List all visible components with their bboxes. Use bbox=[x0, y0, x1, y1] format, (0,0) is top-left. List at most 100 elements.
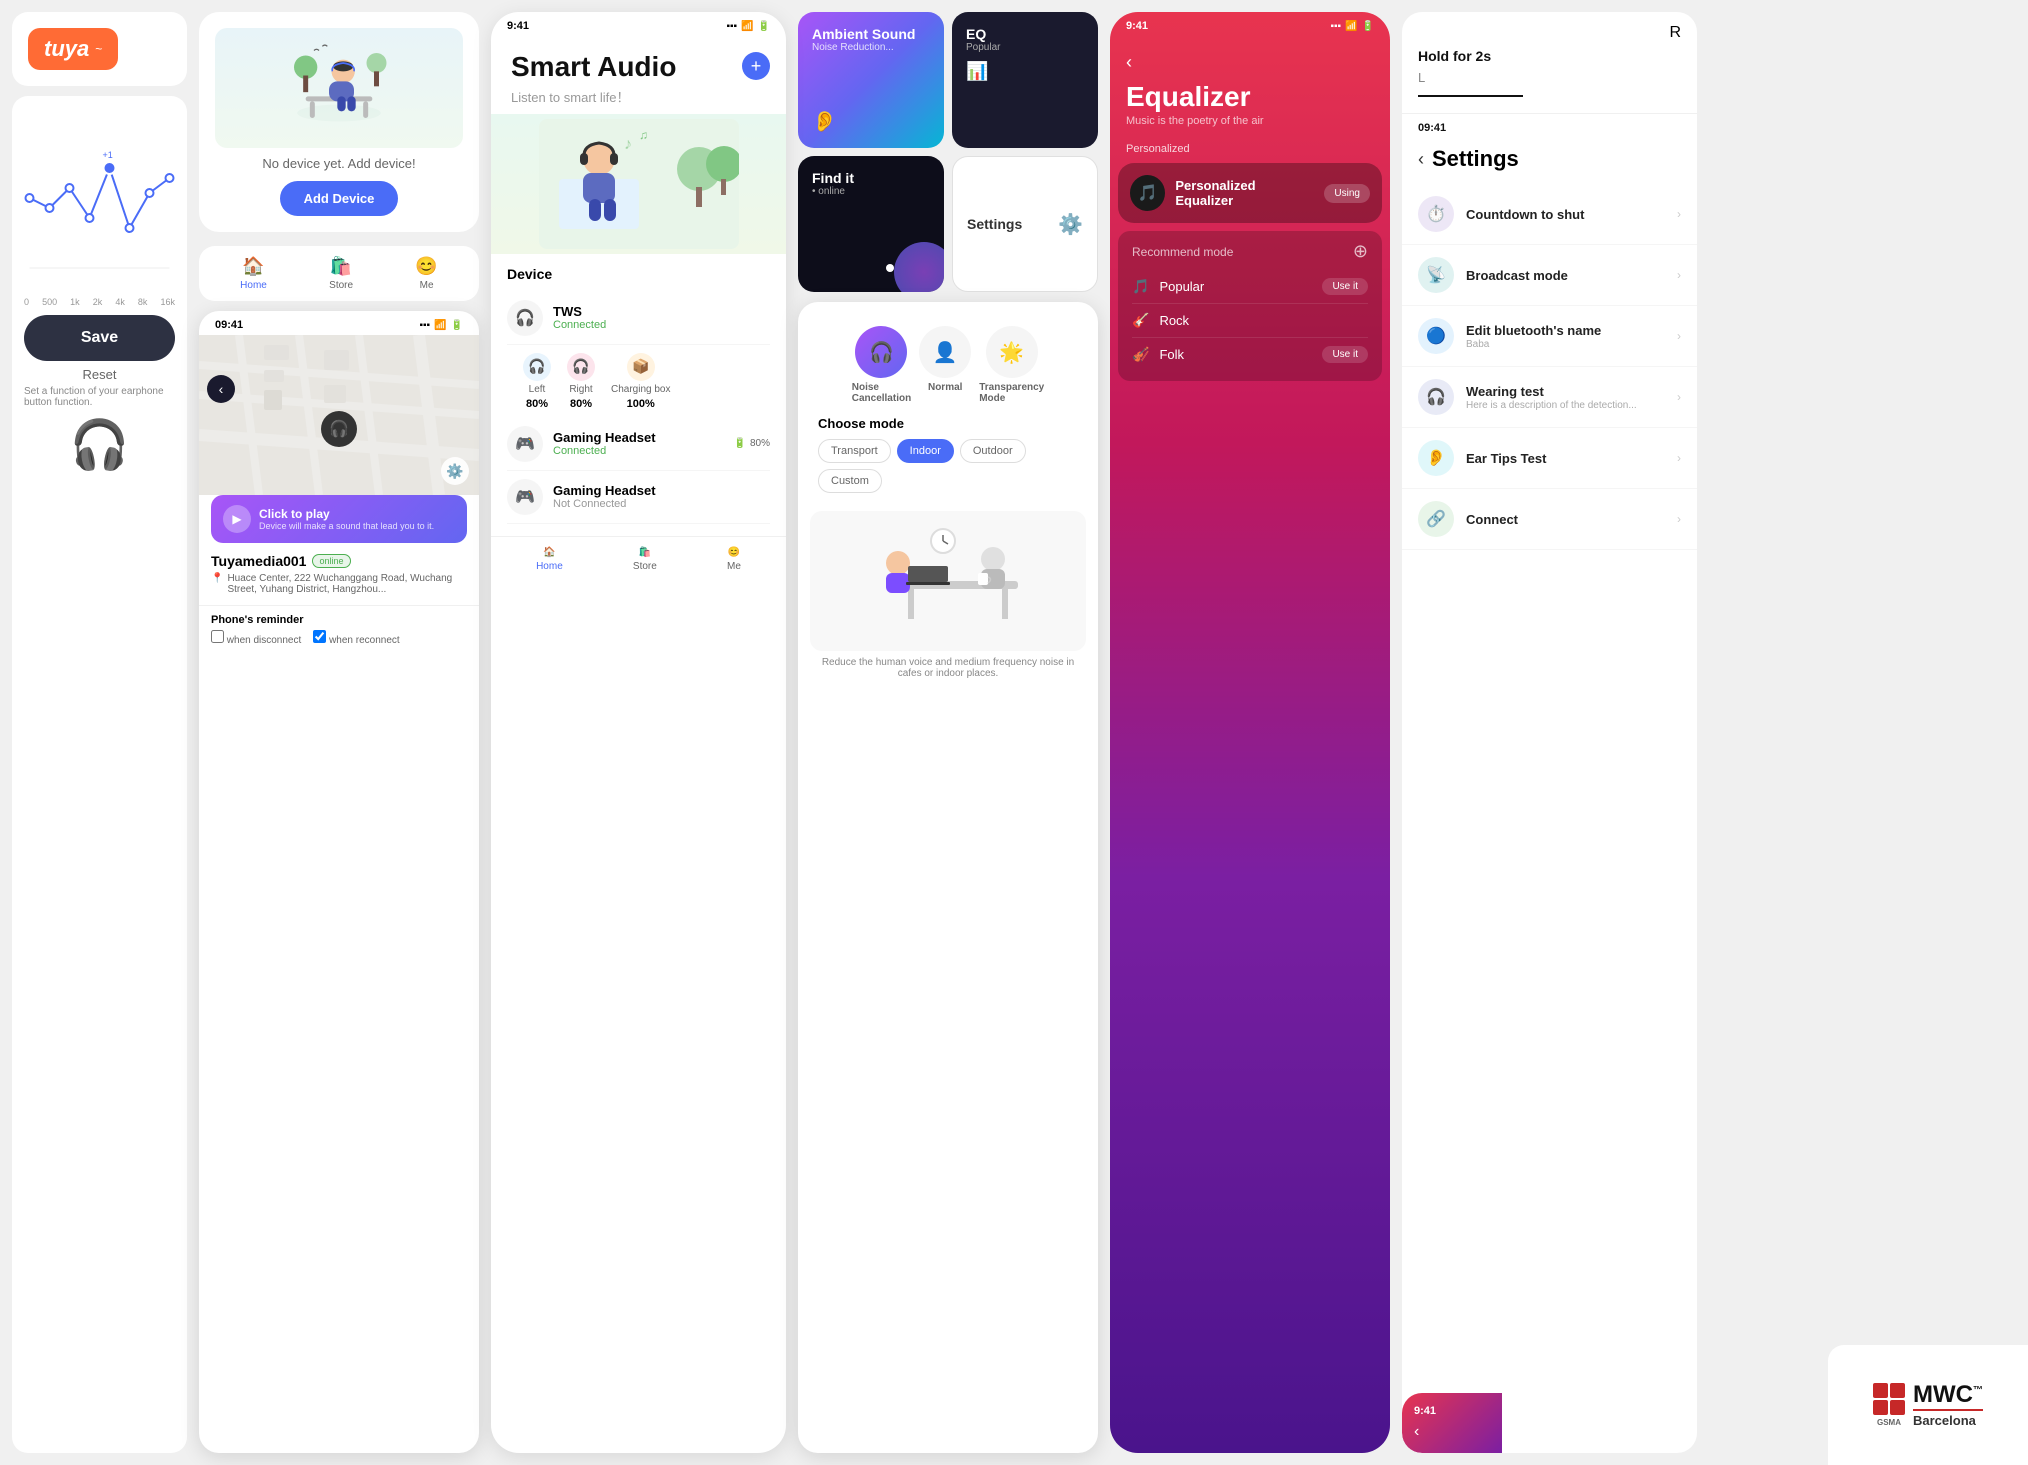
settings-item-wearing[interactable]: 🎧 Wearing test Here is a description of … bbox=[1402, 367, 1697, 428]
map-back-button[interactable]: ‹ bbox=[207, 375, 235, 403]
transparency-circle: 🌟 bbox=[986, 326, 1038, 378]
graph-dot-4[interactable] bbox=[104, 162, 116, 174]
me-icon: 😊 bbox=[415, 256, 437, 277]
eq-card[interactable]: EQ Popular 📊 bbox=[952, 12, 1098, 148]
connect-title: Connect bbox=[1466, 512, 1665, 527]
reconnect-checkbox[interactable] bbox=[313, 630, 326, 643]
nav-home[interactable]: 🏠 Home bbox=[240, 256, 267, 291]
eq-add-icon[interactable]: ⊕ bbox=[1353, 241, 1368, 262]
eq-popular-use-button[interactable]: Use it bbox=[1322, 278, 1368, 295]
reminder-options: when disconnect when reconnect bbox=[211, 630, 467, 646]
add-device-button[interactable]: Add Device bbox=[280, 181, 399, 216]
smart-audio-nav-store[interactable]: 🛍️ Store bbox=[633, 547, 657, 572]
find-it-card[interactable]: Find it • online bbox=[798, 156, 944, 292]
mode-tags: Transport Indoor Outdoor Custom bbox=[818, 439, 1078, 493]
smart-audio-phone: 9:41 ▪▪▪ 📶 🔋 + Smart Audio Listen to sma… bbox=[491, 12, 786, 1453]
battery-icon: 🔋 bbox=[451, 320, 463, 331]
nav-store[interactable]: 🛍️ Store bbox=[329, 256, 353, 291]
signal-icon: ▪▪▪ bbox=[419, 320, 430, 331]
normal-circle: 👤 bbox=[919, 326, 971, 378]
map-background[interactable]: 🎧 ‹ ⚙️ bbox=[199, 335, 479, 495]
ear-tips-title: Ear Tips Test bbox=[1466, 451, 1665, 466]
nc-mode-normal[interactable]: 👤 Normal bbox=[919, 326, 971, 404]
gaming-headset-1-icon: 🎮 bbox=[507, 426, 543, 462]
transparency-label: TransparencyMode bbox=[979, 382, 1044, 404]
settings-item-broadcast[interactable]: 📡 Broadcast mode › bbox=[1402, 245, 1697, 306]
device-section-title: Device bbox=[507, 266, 770, 282]
map-phone: 09:41 ▪▪▪ 📶 🔋 bbox=[199, 311, 479, 1453]
eq-using-button[interactable]: Using bbox=[1324, 184, 1370, 203]
settings-header-row: ‹ Settings bbox=[1402, 142, 1697, 184]
column-1: tuya ~ +1 05001k2k4k8k16k Sav bbox=[12, 12, 187, 1453]
tws-icon: 🎧 bbox=[507, 300, 543, 336]
disconnect-option[interactable]: when disconnect bbox=[211, 630, 301, 646]
graph-dot-2[interactable] bbox=[66, 184, 74, 192]
play-desc: Device will make a sound that lead you t… bbox=[259, 521, 434, 531]
eq-back-button[interactable]: ‹ bbox=[1126, 52, 1374, 73]
eq-mode-folk[interactable]: 🎻 Folk Use it bbox=[1132, 338, 1368, 371]
mode-tag-transport[interactable]: Transport bbox=[818, 439, 891, 463]
play-button[interactable]: ▶ bbox=[223, 505, 251, 533]
battery-left: 🎧 Left 80% bbox=[523, 353, 551, 410]
graph-dot-7[interactable] bbox=[166, 174, 174, 182]
smart-audio-nav-home[interactable]: 🏠 Home bbox=[536, 547, 563, 572]
nc-mode-noise-cancel[interactable]: 🎧 NoiseCancellation bbox=[852, 326, 911, 404]
ambient-ear-icon: 👂 bbox=[812, 109, 930, 134]
settings-item-connect[interactable]: 🔗 Connect › bbox=[1402, 489, 1697, 550]
settings-item-bluetooth[interactable]: 🔵 Edit bluetooth's name Baba › bbox=[1402, 306, 1697, 367]
graph-dot-1[interactable] bbox=[46, 204, 54, 212]
normal-label: Normal bbox=[928, 382, 962, 393]
smart-audio-title: Smart Audio bbox=[511, 52, 766, 83]
tws-battery-row: 🎧 Left 80% 🎧 Right 80% 📦 Charging box 10… bbox=[507, 345, 770, 418]
eq-mode-rock[interactable]: 🎸 Rock bbox=[1132, 304, 1368, 338]
wifi-icon: 📶 bbox=[434, 320, 446, 331]
find-dot-decoration bbox=[886, 264, 894, 272]
location-address: 📍 Huace Center, 222 Wuchanggang Road, Wu… bbox=[211, 573, 467, 595]
graph-dot-5[interactable] bbox=[126, 224, 134, 232]
eq-preview-back[interactable]: ‹ bbox=[1414, 1423, 1490, 1441]
eq-personalized-card: 🎵 Personalized Equalizer Using bbox=[1118, 163, 1382, 223]
earphone-config-area: R Hold for 2s L bbox=[1402, 12, 1697, 114]
ambient-sound-card[interactable]: Ambient Sound Noise Reduction... 👂 bbox=[798, 12, 944, 148]
graph-dot-6[interactable] bbox=[146, 189, 154, 197]
nav-me[interactable]: 😊 Me bbox=[415, 256, 437, 291]
reconnect-option[interactable]: when reconnect bbox=[313, 630, 399, 646]
settings-back-button[interactable]: ‹ bbox=[1418, 149, 1424, 170]
reconnect-label: when reconnect bbox=[329, 635, 400, 646]
map-location-marker: 🎧 bbox=[321, 411, 357, 447]
graph-dot-3[interactable] bbox=[86, 214, 94, 222]
column-3: 9:41 ▪▪▪ 📶 🔋 + Smart Audio Listen to sma… bbox=[491, 12, 786, 1453]
countdown-title: Countdown to shut bbox=[1466, 207, 1665, 222]
add-button-circle[interactable]: + bbox=[742, 52, 770, 80]
disconnect-checkbox[interactable] bbox=[211, 630, 224, 643]
nc-mode-transparency[interactable]: 🌟 TransparencyMode bbox=[979, 326, 1044, 404]
mode-tag-outdoor[interactable]: Outdoor bbox=[960, 439, 1026, 463]
tuya-wifi-icon: ~ bbox=[95, 42, 102, 56]
smart-audio-nav-me[interactable]: 😊 Me bbox=[727, 547, 741, 572]
broadcast-title: Broadcast mode bbox=[1466, 268, 1665, 283]
mode-tag-custom[interactable]: Custom bbox=[818, 469, 882, 493]
eq-mode-popular[interactable]: 🎵 Popular Use it bbox=[1132, 270, 1368, 304]
wearing-content: Wearing test Here is a description of th… bbox=[1466, 384, 1665, 411]
settings-item-countdown[interactable]: ⏱️ Countdown to shut › bbox=[1402, 184, 1697, 245]
eq-folk-name: Folk bbox=[1159, 347, 1184, 362]
map-status-icons: ▪▪▪ 📶 🔋 bbox=[419, 320, 463, 331]
settings-menu-card[interactable]: Settings ⚙️ bbox=[952, 156, 1098, 292]
eq-popular-icon: 🎵 bbox=[1132, 278, 1149, 295]
box-percent: 100% bbox=[627, 398, 655, 410]
eq-folk-use-button[interactable]: Use it bbox=[1322, 346, 1368, 363]
map-gear-button[interactable]: ⚙️ bbox=[441, 457, 469, 485]
mode-tag-indoor[interactable]: Indoor bbox=[897, 439, 954, 463]
save-button[interactable]: Save bbox=[24, 315, 175, 361]
eq-rock-name: Rock bbox=[1159, 313, 1189, 328]
wearing-icon: 🎧 bbox=[1418, 379, 1454, 415]
settings-item-ear-tips[interactable]: 👂 Ear Tips Test › bbox=[1402, 428, 1697, 489]
connect-icon: 🔗 bbox=[1418, 501, 1454, 537]
tuya-logo-box: tuya ~ bbox=[12, 12, 187, 86]
signal-icon-2: ▪▪▪ bbox=[726, 21, 737, 32]
graph-dot-0[interactable] bbox=[26, 194, 34, 202]
nav-home-label: Home bbox=[240, 280, 267, 291]
location-info: Tuyamedia001 online 📍 Huace Center, 222 … bbox=[199, 543, 479, 605]
equalizer-phone: 9:41 ▪▪▪ 📶 🔋 ‹ Equalizer Music is the po… bbox=[1110, 12, 1390, 1453]
reset-label[interactable]: Reset bbox=[24, 367, 175, 382]
